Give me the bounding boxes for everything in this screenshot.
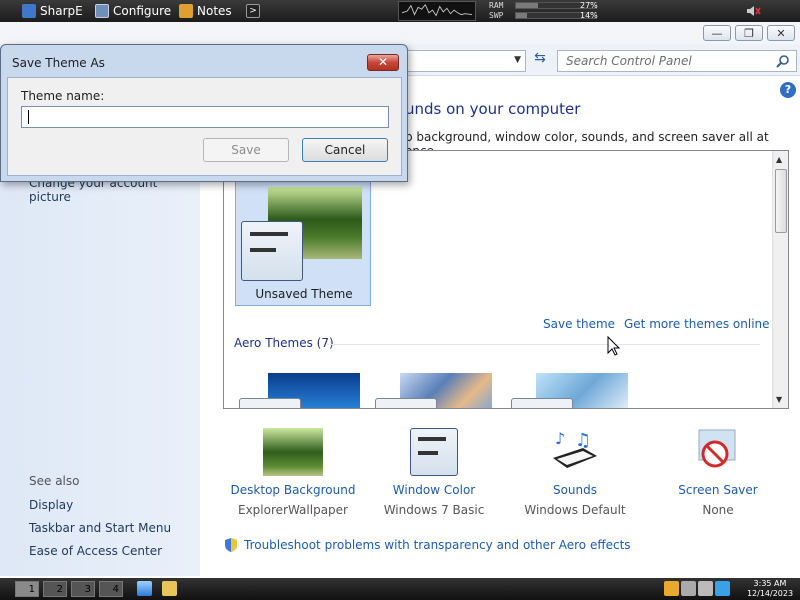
screen-saver-icon <box>698 429 736 468</box>
tray-app-icon[interactable] <box>715 581 730 596</box>
clock[interactable]: 3:35 AM 12/14/2023 <box>742 579 798 599</box>
aero-theme-window-icon <box>511 398 573 408</box>
address-field[interactable]: ▼ <box>400 50 526 72</box>
aero-theme-window-icon <box>375 398 437 408</box>
taskbar-app-sharpe[interactable]: SharpE <box>18 1 87 21</box>
top-taskbar: SharpE Configure Notes > RAM SWP 27% 14% <box>0 0 800 22</box>
window-preview-icon <box>241 221 303 281</box>
sharpe-icon <box>22 4 36 18</box>
volume-muted-tray-icon[interactable] <box>698 581 713 596</box>
close-window-button[interactable]: ✕ <box>767 25 795 41</box>
desktop-background-icon <box>263 428 323 476</box>
ram-value: 27% <box>580 1 598 10</box>
taskbar-app-configure[interactable]: Configure <box>91 1 175 21</box>
search-tray-icon[interactable] <box>664 581 679 596</box>
svg-text:♪: ♪ <box>555 429 565 448</box>
vertical-scrollbar[interactable]: ▲ ▼ <box>772 151 788 408</box>
clock-time: 3:35 AM <box>753 579 787 588</box>
theme-gallery: Unsaved Theme Save theme Get more themes… <box>223 150 789 409</box>
window-preview-line <box>250 248 276 252</box>
network-icon[interactable] <box>681 581 696 596</box>
scroll-down-icon[interactable]: ▼ <box>776 395 782 404</box>
swp-label: SWP <box>489 11 504 20</box>
sounds-option[interactable]: ♪ ♫ <box>500 428 650 479</box>
desktop-background-link[interactable]: Desktop Background <box>218 483 368 497</box>
help-icon[interactable]: ? <box>780 82 796 98</box>
workspace-2-button[interactable]: 2 <box>43 581 67 597</box>
aero-theme-window-icon <box>239 398 301 408</box>
clock-date: 12/14/2023 <box>746 589 794 598</box>
shield-icon <box>225 538 237 552</box>
taskbar-app-notes[interactable]: Notes <box>175 1 236 21</box>
workspace-4-button[interactable]: 4 <box>99 581 123 597</box>
window-color-icon <box>410 428 458 476</box>
sounds-piano-icon: ♪ ♫ <box>553 429 597 468</box>
display-link[interactable]: Display <box>29 498 73 512</box>
dialog-body: Theme name: Save Cancel <box>7 77 402 176</box>
volume-muted-icon[interactable] <box>745 3 761 19</box>
cpu-graph <box>398 1 476 21</box>
chevron-down-icon[interactable]: ▼ <box>514 55 521 65</box>
refresh-icon[interactable]: ⇆ <box>530 50 550 72</box>
search-icon[interactable] <box>776 54 790 68</box>
window-color-link[interactable]: Window Color <box>359 483 509 497</box>
scroll-up-icon[interactable]: ▲ <box>776 155 782 164</box>
save-button[interactable]: Save <box>203 138 289 162</box>
window-color-value: Windows 7 Basic <box>383 503 485 517</box>
screen-saver-link[interactable]: Screen Saver <box>643 483 793 497</box>
theme-name-label: Theme name: <box>21 89 105 103</box>
theme-name-input[interactable] <box>21 106 389 128</box>
search-input[interactable]: Search Control Panel <box>557 50 797 72</box>
text-caret <box>28 110 29 124</box>
window-preview-line <box>250 232 288 236</box>
taskbar-start-menu-link[interactable]: Taskbar and Start Menu <box>29 521 171 535</box>
sounds-link[interactable]: Sounds <box>500 483 650 497</box>
control-panel-task-icon[interactable] <box>137 581 152 596</box>
desktop-background-value: ExplorerWallpaper <box>238 503 348 517</box>
cancel-button[interactable]: Cancel <box>302 138 388 162</box>
window-preview-line <box>418 437 446 441</box>
unsaved-theme-label: Unsaved Theme <box>255 287 353 301</box>
bottom-taskbar: 1 2 3 4 3:35 AM 12/14/2023 <box>0 578 800 600</box>
page-title: unds on your computer <box>405 100 581 118</box>
svg-text:♫: ♫ <box>575 430 591 451</box>
see-also-header: See also <box>29 474 80 488</box>
folder-icon[interactable] <box>162 581 177 596</box>
ease-of-access-link[interactable]: Ease of Access Center <box>29 544 162 558</box>
search-placeholder: Search Control Panel <box>566 54 692 68</box>
dialog-title: Save Theme As <box>12 56 105 70</box>
swp-value: 14% <box>580 11 598 20</box>
minimize-button[interactable]: — <box>703 25 731 41</box>
mouse-cursor-icon <box>607 336 621 356</box>
notes-icon <box>179 4 193 18</box>
dialog-close-button[interactable]: ✕ <box>367 54 399 71</box>
maximize-button[interactable]: ❐ <box>735 25 763 41</box>
monitor-icon <box>95 4 109 18</box>
save-theme-link[interactable]: Save theme <box>543 317 615 331</box>
workspace-1-button[interactable]: 1 <box>15 581 39 597</box>
unsaved-theme-tile[interactable]: Unsaved Theme <box>235 180 371 306</box>
window-title-bar: — ❐ ✕ <box>0 22 800 44</box>
workspace-3-button[interactable]: 3 <box>71 581 95 597</box>
window-color-option[interactable] <box>359 428 509 476</box>
save-theme-dialog: Save Theme As ✕ Theme name: Save Cancel <box>0 44 408 182</box>
sounds-value: Windows Default <box>524 503 626 517</box>
desktop-background-option[interactable] <box>218 428 368 476</box>
screen-saver-value: None <box>702 503 734 517</box>
ram-label: RAM <box>489 1 504 10</box>
get-more-themes-link[interactable]: Get more themes online <box>624 317 770 331</box>
troubleshoot-aero-link[interactable]: Troubleshoot problems with transparency … <box>244 538 631 552</box>
window-preview-line <box>418 451 438 455</box>
taskbar-app-terminal[interactable]: > <box>242 1 264 21</box>
screen-saver-option[interactable] <box>643 428 793 479</box>
section-divider <box>327 344 760 345</box>
scrollbar-thumb[interactable] <box>775 169 787 233</box>
terminal-icon: > <box>246 4 260 18</box>
aero-themes-header: Aero Themes (7) <box>234 336 334 350</box>
